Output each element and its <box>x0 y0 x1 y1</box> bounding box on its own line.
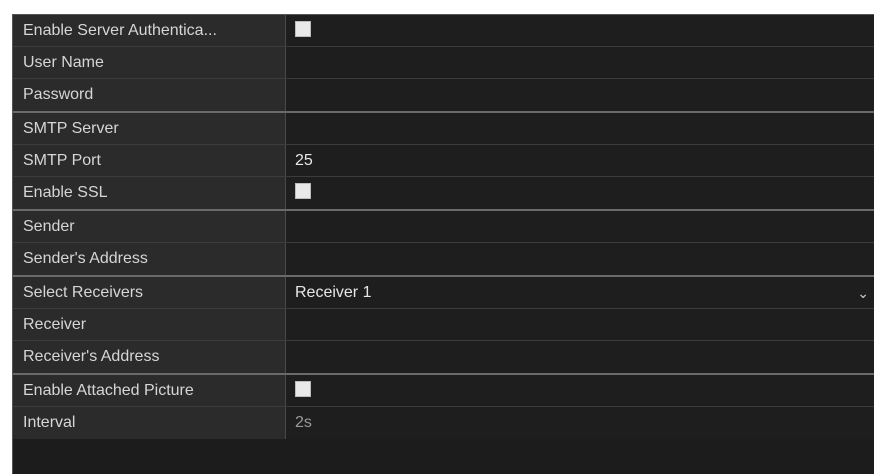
receiver-field[interactable] <box>286 309 874 340</box>
enable-ssl-row: Enable SSL <box>13 177 874 209</box>
sender-address-label: Sender's Address <box>13 243 286 275</box>
interval-field[interactable]: 2s <box>286 407 874 439</box>
sender-row: Sender <box>13 211 874 243</box>
enable-attached-picture-checkbox[interactable] <box>295 381 311 398</box>
user-name-field[interactable] <box>286 47 874 78</box>
receivers-group: Select Receivers Receiver 1 ⌄ Receiver R… <box>13 277 874 375</box>
select-receivers-dropdown[interactable]: Receiver 1 ⌄ <box>286 277 874 308</box>
receiver-address-field[interactable] <box>286 341 874 373</box>
smtp-port-label: SMTP Port <box>13 145 286 176</box>
select-receivers-value: Receiver 1 <box>295 284 372 301</box>
smtp-port-field[interactable]: 25 <box>286 145 874 176</box>
password-row: Password <box>13 79 874 111</box>
smtp-server-label: SMTP Server <box>13 113 286 144</box>
sender-group: Sender Sender's Address <box>13 211 874 277</box>
sender-label: Sender <box>13 211 286 242</box>
receiver-address-row: Receiver's Address <box>13 341 874 373</box>
smtp-server-row: SMTP Server <box>13 113 874 145</box>
select-receivers-row: Select Receivers Receiver 1 ⌄ <box>13 277 874 309</box>
sender-address-field[interactable] <box>286 243 874 275</box>
select-receivers-label: Select Receivers <box>13 277 286 308</box>
smtp-group: SMTP Server SMTP Port 25 Enable SSL <box>13 113 874 211</box>
sender-field[interactable] <box>286 211 874 242</box>
receiver-address-label: Receiver's Address <box>13 341 286 373</box>
enable-ssl-value <box>286 177 874 209</box>
user-name-row: User Name <box>13 47 874 79</box>
server-auth-group: Enable Server Authentica... User Name Pa… <box>13 15 874 113</box>
enable-attached-picture-value <box>286 375 874 406</box>
receiver-row: Receiver <box>13 309 874 341</box>
smtp-server-field[interactable] <box>286 113 874 144</box>
enable-server-auth-value <box>286 15 874 46</box>
password-label: Password <box>13 79 286 111</box>
enable-attached-picture-label: Enable Attached Picture <box>13 375 286 406</box>
smtp-port-row: SMTP Port 25 <box>13 145 874 177</box>
enable-server-auth-label: Enable Server Authentica... <box>13 15 286 46</box>
password-field[interactable] <box>286 79 874 111</box>
interval-row: Interval 2s <box>13 407 874 439</box>
email-settings-panel: Enable Server Authentica... User Name Pa… <box>12 14 874 474</box>
enable-ssl-label: Enable SSL <box>13 177 286 209</box>
attachment-group: Enable Attached Picture Interval 2s <box>13 375 874 439</box>
enable-attached-picture-row: Enable Attached Picture <box>13 375 874 407</box>
chevron-down-icon[interactable]: ⌄ <box>857 277 869 309</box>
user-name-label: User Name <box>13 47 286 78</box>
interval-label: Interval <box>13 407 286 439</box>
enable-ssl-checkbox[interactable] <box>295 183 311 200</box>
sender-address-row: Sender's Address <box>13 243 874 275</box>
enable-server-auth-row: Enable Server Authentica... <box>13 15 874 47</box>
receiver-label: Receiver <box>13 309 286 340</box>
enable-server-auth-checkbox[interactable] <box>295 21 311 38</box>
